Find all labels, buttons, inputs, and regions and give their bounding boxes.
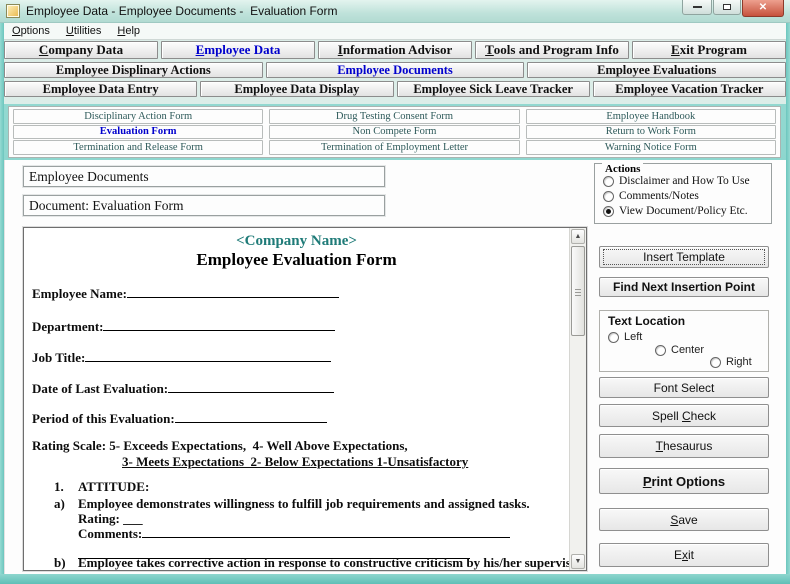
minimize-icon bbox=[693, 6, 702, 8]
app-icon bbox=[6, 4, 20, 18]
document-content: <Company Name> Employee Evaluation Form … bbox=[24, 228, 569, 570]
font-select-button[interactable]: Font Select bbox=[599, 377, 769, 398]
doc-field-job-title: Job Title: bbox=[32, 349, 331, 366]
exit-button[interactable]: Exit bbox=[599, 543, 769, 567]
doc-item-b-partial: Rati bbox=[78, 569, 102, 570]
button-drug-testing-consent-form[interactable]: Drug Testing Consent Form bbox=[269, 109, 519, 124]
button-termination-of-employment-letter[interactable]: Termination of Employment Letter bbox=[269, 140, 519, 155]
menu-options[interactable]: Options bbox=[4, 24, 58, 38]
section-label-box: Employee Documents bbox=[23, 166, 385, 187]
tab-company-data[interactable]: Company Data bbox=[4, 41, 158, 59]
radio-comments-notes[interactable]: Comments/Notes bbox=[603, 190, 699, 202]
title-bar: Employee Data - Employee Documents - Eva… bbox=[0, 0, 790, 23]
doc-item-b: b)Employee takes corrective action in re… bbox=[54, 555, 569, 570]
document-viewer[interactable]: <Company Name> Employee Evaluation Form … bbox=[23, 227, 587, 571]
doc-field-department: Department: bbox=[32, 318, 335, 335]
radio-icon bbox=[710, 357, 721, 368]
thesaurus-button[interactable]: Thesaurus bbox=[599, 434, 769, 458]
blank-line bbox=[127, 285, 339, 298]
doc-item-a-comments: Comments: bbox=[78, 525, 510, 542]
maximize-icon bbox=[723, 4, 731, 10]
button-warning-notice-form[interactable]: Warning Notice Form bbox=[526, 140, 776, 155]
radio-text-center[interactable]: Center bbox=[655, 344, 704, 356]
button-disciplinary-action-form[interactable]: Disciplinary Action Form bbox=[13, 109, 263, 124]
tab-employee-evaluations[interactable]: Employee Evaluations bbox=[527, 62, 786, 78]
window-border-right bbox=[786, 23, 790, 584]
blank-line bbox=[85, 349, 331, 362]
doc-rating-scale-line2: 3- Meets Expectations 2- Below Expectati… bbox=[122, 454, 468, 470]
doc-company-name: <Company Name> bbox=[24, 233, 569, 250]
text-location-title: Text Location bbox=[608, 314, 685, 328]
button-evaluation-form[interactable]: Evaluation Form bbox=[13, 125, 263, 140]
radio-icon bbox=[655, 345, 666, 356]
vertical-scrollbar[interactable]: ▲ ▼ bbox=[569, 228, 586, 570]
radio-icon bbox=[603, 191, 614, 202]
maximize-button[interactable] bbox=[713, 0, 741, 15]
main-area: Employee Documents Document: Evaluation … bbox=[4, 160, 786, 574]
menu-utilities[interactable]: Utilities bbox=[58, 24, 109, 38]
radio-icon bbox=[603, 176, 614, 187]
doc-field-employee-name: Employee Name: bbox=[32, 285, 339, 302]
tab-employee-sick-leave-tracker[interactable]: Employee Sick Leave Tracker bbox=[397, 81, 590, 97]
window-border-left bbox=[0, 23, 4, 584]
tab-zone: Company Data Employee Data Information A… bbox=[0, 40, 790, 104]
button-return-to-work-form[interactable]: Return to Work Form bbox=[526, 125, 776, 140]
scroll-up-icon[interactable]: ▲ bbox=[571, 229, 585, 244]
tab-tools-program-info[interactable]: Tools and Program Info bbox=[475, 41, 629, 59]
document-buttons-panel: Disciplinary Action Form Drug Testing Co… bbox=[8, 106, 781, 158]
tab-employee-data-entry[interactable]: Employee Data Entry bbox=[4, 81, 197, 97]
actions-group: Actions Disclaimer and How To Use Commen… bbox=[594, 163, 772, 224]
spell-check-button[interactable]: Spell Check bbox=[599, 404, 769, 427]
blank-line bbox=[175, 410, 327, 423]
blank-line bbox=[142, 525, 510, 538]
insert-template-button[interactable]: Insert Template bbox=[599, 246, 769, 268]
app-window: Employee Data - Employee Documents - Eva… bbox=[0, 0, 790, 584]
blank-line bbox=[103, 318, 335, 331]
doc-section1-heading: 1.ATTITUDE: bbox=[54, 479, 149, 495]
close-button[interactable]: ✕ bbox=[742, 0, 784, 17]
doc-field-period: Period of this Evaluation: bbox=[32, 410, 327, 427]
actions-group-title: Actions bbox=[602, 163, 643, 175]
print-options-button[interactable]: Print Options bbox=[599, 468, 769, 494]
button-termination-and-release-form[interactable]: Termination and Release Form bbox=[13, 140, 263, 155]
tab-employee-disciplinary-actions[interactable]: Employee Displinary Actions bbox=[4, 62, 263, 78]
save-button[interactable]: Save bbox=[599, 508, 769, 531]
tab-employee-data-display[interactable]: Employee Data Display bbox=[200, 81, 393, 97]
minimize-button[interactable] bbox=[682, 0, 712, 15]
radio-icon-checked bbox=[603, 206, 614, 217]
menu-bar: Options Utilities Help bbox=[0, 23, 790, 40]
window-border-bottom bbox=[0, 574, 790, 584]
doc-field-date-last-evaluation: Date of Last Evaluation: bbox=[32, 380, 334, 397]
tab-employee-vacation-tracker[interactable]: Employee Vacation Tracker bbox=[593, 81, 786, 97]
blank-line bbox=[168, 380, 334, 393]
scrollbar-thumb[interactable] bbox=[571, 246, 585, 336]
tab-exit-program[interactable]: Exit Program bbox=[632, 41, 786, 59]
find-next-insertion-point-button[interactable]: Find Next Insertion Point bbox=[599, 277, 769, 297]
radio-icon bbox=[608, 332, 619, 343]
doc-title: Employee Evaluation Form bbox=[24, 250, 569, 270]
close-icon: ✕ bbox=[759, 3, 767, 13]
text-location-group: Text Location Left Center Right bbox=[599, 310, 769, 372]
doc-item-a: a)Employee demonstrates willingness to f… bbox=[54, 496, 530, 512]
radio-text-right[interactable]: Right bbox=[710, 356, 752, 368]
radio-view-document-policy[interactable]: View Document/Policy Etc. bbox=[603, 205, 748, 217]
menu-help[interactable]: Help bbox=[109, 24, 148, 38]
tab-employee-documents[interactable]: Employee Documents bbox=[266, 62, 525, 78]
scroll-down-icon[interactable]: ▼ bbox=[571, 554, 585, 569]
document-label-box: Document: Evaluation Form bbox=[23, 195, 385, 216]
radio-text-left[interactable]: Left bbox=[608, 331, 642, 343]
doc-rating-scale-line1: Rating Scale: 5- Exceeds Expectations, 4… bbox=[32, 438, 408, 454]
tab-employee-data[interactable]: Employee Data bbox=[161, 41, 315, 59]
radio-disclaimer-and-how-to-use[interactable]: Disclaimer and How To Use bbox=[603, 175, 750, 187]
window-title: Employee Data - Employee Documents - Eva… bbox=[26, 4, 337, 18]
tab-information-advisor[interactable]: Information Advisor bbox=[318, 41, 472, 59]
button-employee-handbook[interactable]: Employee Handbook bbox=[526, 109, 776, 124]
button-non-compete-form[interactable]: Non Compete Form bbox=[269, 125, 519, 140]
